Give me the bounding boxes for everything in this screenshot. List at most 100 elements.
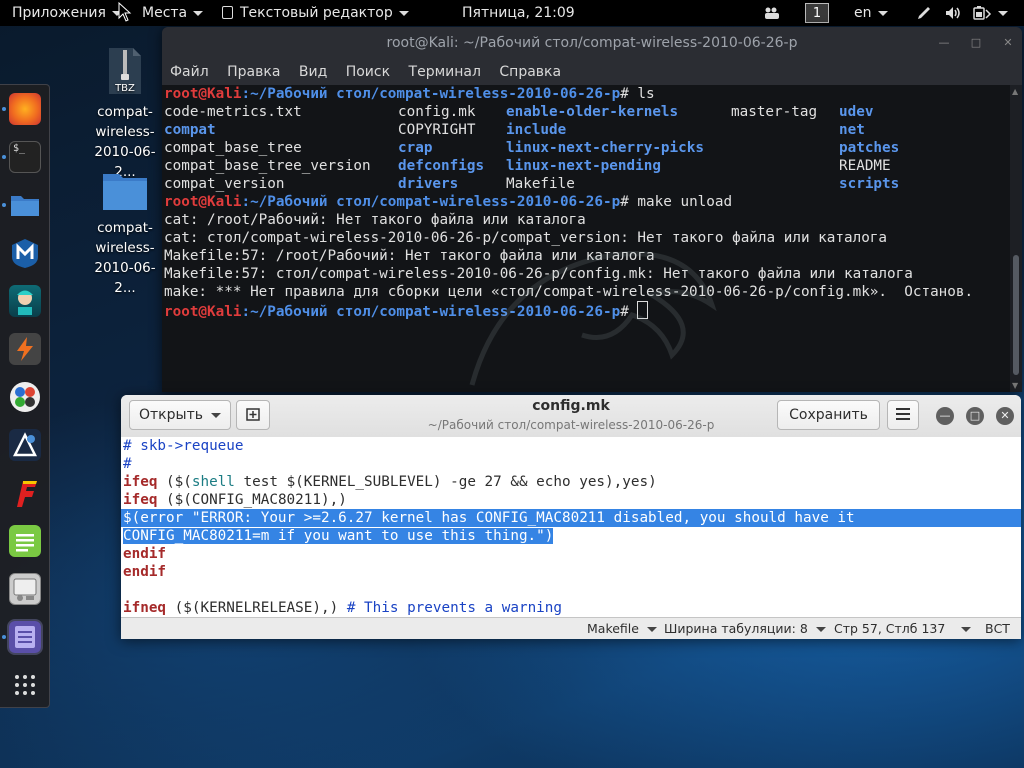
ls-file: config.mk <box>398 104 476 120</box>
document-path: ~/Рабочий стол/compat-wireless-2010-06-2… <box>427 418 715 432</box>
code-line: ifneq ($(KERNELRELEASE),) # This prevent… <box>121 599 1021 617</box>
ls-file: compat_version <box>164 176 285 192</box>
show-apps-icon[interactable] <box>9 669 41 701</box>
desktop-icon-folder[interactable]: compat-wireless-2010-06-2... <box>88 168 162 298</box>
ls-directory: enable-older-kernels <box>506 104 679 120</box>
workspace-indicator[interactable]: 1 <box>805 3 829 23</box>
scroll-up-icon[interactable]: ▲ <box>1012 87 1018 96</box>
code-line: endif <box>123 564 167 580</box>
scroll-down-icon[interactable]: ▼ <box>1012 381 1018 390</box>
maximize-icon[interactable]: □ <box>966 407 984 425</box>
metasploit-icon[interactable] <box>9 237 41 269</box>
workspaces-icon[interactable] <box>764 0 780 26</box>
ls-output: code-metrics.txt config.mk enable-older-ke… <box>164 103 1012 193</box>
cherrytree-icon[interactable] <box>9 573 41 605</box>
menu-terminal[interactable]: Терминал <box>409 64 481 80</box>
cursor-position-selector[interactable]: Стр 57, Стлб 137 <box>834 618 972 639</box>
desktop-icon-archive[interactable]: TBZ compat-wireless-2010-06-2... <box>88 46 162 182</box>
code-line: # skb->requeue <box>123 438 244 454</box>
ls-directory: scripts <box>839 176 900 192</box>
tab-width-label: Ширина табуляции: 8 <box>664 621 808 636</box>
places-menu[interactable]: Места <box>142 0 204 26</box>
running-indicator <box>2 155 6 159</box>
text-editor-icon[interactable] <box>7 619 43 655</box>
menu-file[interactable]: Файл <box>170 64 209 80</box>
beef-icon[interactable] <box>9 429 41 461</box>
text-editor-small-icon <box>222 6 233 19</box>
command: make unload <box>637 194 733 210</box>
ls-directory: include <box>506 122 567 138</box>
volume-icon[interactable] <box>944 0 962 26</box>
ls-directory: linux-next-cherry-picks <box>506 140 704 156</box>
leafpad-icon[interactable] <box>9 525 41 557</box>
minimize-icon[interactable]: — <box>936 407 954 425</box>
selected-text: CONFIG_MAC80211=m if you want to use thi… <box>123 528 554 544</box>
editor-text-area[interactable]: # skb->requeue # ifeq ($(shell test $(KE… <box>121 437 1021 617</box>
code-line: endif <box>123 546 167 562</box>
ls-file: master-tag <box>731 104 818 120</box>
ls-row: compat_version drivers Makefile scripts <box>164 175 1012 193</box>
maximize-icon[interactable]: □ <box>968 35 984 51</box>
keyword: ifeq <box>123 474 158 490</box>
ls-row: compat_base_tree crap linux-next-cherry-pi… <box>164 139 1012 157</box>
save-button[interactable]: Сохранить <box>777 400 880 430</box>
files-icon[interactable] <box>9 189 41 221</box>
faraday-icon[interactable] <box>9 477 41 509</box>
selected-code-line: CONFIG_MAC80211=m if you want to use thi… <box>121 527 1021 545</box>
close-icon[interactable]: ✕ <box>996 407 1014 425</box>
terminal-menubar: Файл Правка Вид Поиск Терминал Справка <box>162 59 1022 86</box>
pen-tool-icon[interactable] <box>916 0 932 26</box>
dock: $_ <box>0 84 50 708</box>
close-icon[interactable]: ✕ <box>1000 35 1016 51</box>
tab-width-selector[interactable]: Ширина табуляции: 8 <box>664 618 826 639</box>
prompt-path: :~/Рабочий стол/compat-wireless-2010-06-… <box>241 194 621 210</box>
keyword: ifeq <box>123 492 158 508</box>
burpsuite-icon[interactable] <box>9 333 41 365</box>
armitage-icon[interactable] <box>9 285 41 317</box>
terminal-scrollbar[interactable]: ▲ ▼ <box>1010 85 1022 392</box>
prompt-user: root@Kali <box>164 304 242 320</box>
language-selector[interactable]: Makefile <box>587 618 657 639</box>
insert-mode-indicator[interactable]: ВСТ <box>985 618 1010 639</box>
terminal-titlebar[interactable]: root@Kali: ~/Рабочий стол/compat-wireles… <box>162 27 1022 59</box>
minimize-icon[interactable]: — <box>936 35 952 51</box>
editor-headerbar[interactable]: Открыть config.mk ~/Рабочий стол/compat-… <box>121 395 1021 438</box>
chevron-down-icon <box>998 10 1008 16</box>
terminal-window[interactable]: root@Kali: ~/Рабочий стол/compat-wireles… <box>162 27 1022 392</box>
ls-directory: compat <box>164 122 216 138</box>
archive-file-icon: TBZ <box>109 48 141 94</box>
top-bar: Приложения Места Текстовый редактор Пятн… <box>0 0 1024 26</box>
running-indicator <box>2 107 6 111</box>
chevron-down-icon <box>646 627 657 632</box>
ls-directory: drivers <box>398 176 459 192</box>
text-editor-window[interactable]: Открыть config.mk ~/Рабочий стол/compat-… <box>121 395 1021 639</box>
active-app-menu[interactable]: Текстовый редактор <box>222 0 409 26</box>
cursor-position-label: Стр 57, Стлб 137 <box>834 621 946 636</box>
firefox-icon[interactable] <box>9 93 41 125</box>
code-line: ifeq ($(shell test $(KERNEL_SUBLEVEL) -g… <box>121 473 1021 491</box>
running-indicator <box>2 635 6 639</box>
prompt-user: root@Kali <box>164 194 242 210</box>
scrollbar-thumb[interactable] <box>1013 255 1019 375</box>
terminal-output[interactable]: root@Kali:~/Рабочий стол/compat-wireless… <box>162 85 1012 392</box>
hamburger-menu-button[interactable] <box>887 400 919 430</box>
menu-help[interactable]: Справка <box>499 64 561 80</box>
ls-file: code-metrics.txt <box>164 104 302 120</box>
terminal-icon[interactable]: $_ <box>9 141 41 173</box>
prompt-user: root@Kali <box>164 86 242 102</box>
system-menu[interactable] <box>972 0 1008 26</box>
menu-view[interactable]: Вид <box>299 64 327 80</box>
code-text: test $(KERNEL_SUBLEVEL) -ge 27 && echo y… <box>234 474 657 490</box>
menu-edit[interactable]: Правка <box>227 64 280 80</box>
applications-menu[interactable]: Приложения <box>12 0 122 26</box>
chevron-down-icon <box>398 10 409 16</box>
maltego-icon[interactable] <box>9 381 41 413</box>
clock[interactable]: Пятница, 21:09 <box>462 0 575 26</box>
keyboard-layout-menu[interactable]: en <box>854 0 888 26</box>
keyword: ifneq <box>123 600 167 616</box>
battery-icon <box>973 6 992 20</box>
desktop-icon-label: compat-wireless-2010-06-2... <box>94 220 156 296</box>
code-line: # <box>123 456 132 472</box>
ls-file: compat_base_tree <box>164 140 302 156</box>
menu-search[interactable]: Поиск <box>346 64 390 80</box>
